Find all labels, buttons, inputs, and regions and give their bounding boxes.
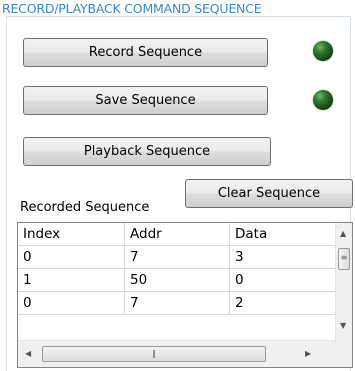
- table-row[interactable]: 1 50 0: [18, 269, 337, 292]
- save-sequence-button[interactable]: Save Sequence: [23, 86, 268, 115]
- record-indicator-led: [313, 41, 333, 61]
- left-arrow-icon[interactable]: ◀: [25, 349, 31, 358]
- recorded-sequence-label: Recorded Sequence: [20, 200, 150, 215]
- down-arrow-icon[interactable]: ▼: [340, 321, 346, 330]
- playback-sequence-button[interactable]: Playback Sequence: [23, 137, 271, 166]
- column-header-data[interactable]: Data: [230, 223, 337, 246]
- column-header-index[interactable]: Index: [18, 223, 125, 246]
- vertical-scrollbar[interactable]: ▲ ≡ ▼: [335, 223, 352, 340]
- cell-addr: 7: [125, 292, 230, 315]
- record-sequence-button[interactable]: Record Sequence: [23, 38, 268, 67]
- save-indicator-led: [313, 90, 333, 110]
- cell-addr: 7: [125, 246, 230, 269]
- up-arrow-icon[interactable]: ▲: [340, 229, 346, 238]
- cell-data: 0: [230, 269, 337, 292]
- scrollbar-corner: [335, 340, 352, 367]
- horizontal-scroll-thumb[interactable]: ‖: [42, 346, 266, 362]
- right-arrow-icon[interactable]: ▶: [305, 349, 311, 358]
- recorded-sequence-table[interactable]: Index Addr Data 0 7 3 1 50 0 0 7 2 ▲ ≡ ▼…: [17, 222, 353, 368]
- column-header-addr[interactable]: Addr: [125, 223, 230, 246]
- cell-index: 0: [18, 292, 125, 315]
- clear-sequence-button[interactable]: Clear Sequence: [185, 179, 353, 208]
- cell-data: 2: [230, 292, 337, 315]
- cell-index: 1: [18, 269, 125, 292]
- table-row[interactable]: 0 7 3: [18, 246, 337, 269]
- horizontal-scrollbar[interactable]: ◀ ‖ ▶: [18, 340, 337, 367]
- cell-index: 0: [18, 246, 125, 269]
- table-header-row: Index Addr Data: [18, 223, 337, 246]
- table-row[interactable]: 0 7 2: [18, 292, 337, 315]
- cell-data: 3: [230, 246, 337, 269]
- group-title: RECORD/PLAYBACK COMMAND SEQUENCE: [2, 1, 262, 16]
- vertical-scroll-thumb[interactable]: ≡: [338, 248, 350, 270]
- cell-addr: 50: [125, 269, 230, 292]
